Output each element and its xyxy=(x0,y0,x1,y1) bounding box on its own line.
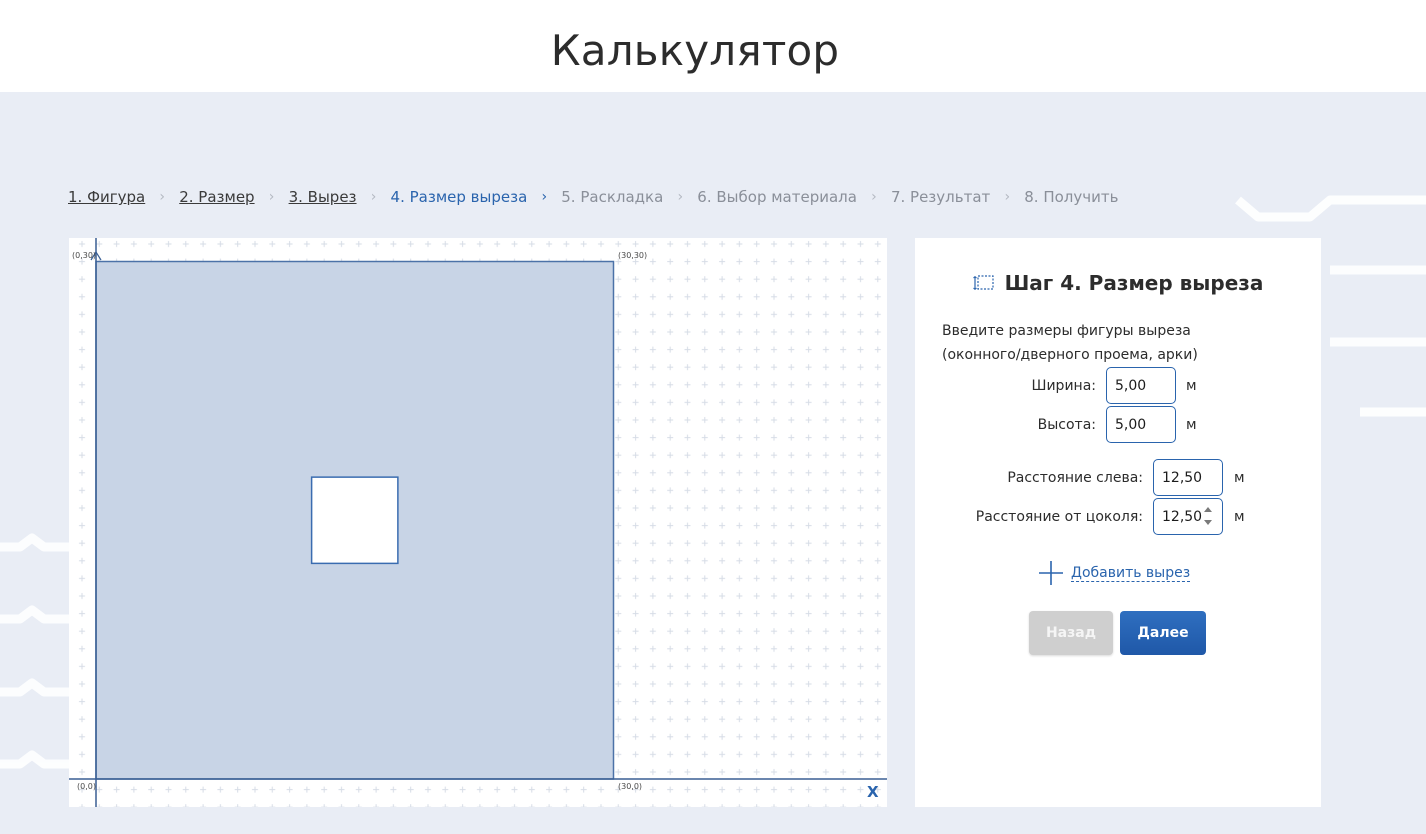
left-distance-label: Расстояние слева: xyxy=(1007,470,1143,486)
step-4-cut-size[interactable]: 4. Размер выреза xyxy=(391,188,528,206)
selection-icon xyxy=(972,275,994,290)
step-3-cut[interactable]: 3. Вырез xyxy=(289,188,357,206)
coord-bottom-left: (0,0) xyxy=(77,782,96,791)
wizard-steps: 1. Фигура › 2. Размер › 3. Вырез › 4. Ра… xyxy=(68,188,1118,206)
left-distance-input[interactable] xyxy=(1153,459,1223,496)
width-label: Ширина: xyxy=(1031,378,1096,394)
step-7-result: 7. Результат xyxy=(890,188,991,206)
chevron-right-icon: › xyxy=(370,189,377,205)
height-unit: м xyxy=(1186,417,1197,433)
step-2-size[interactable]: 2. Размер xyxy=(179,188,254,206)
page-header: Калькулятор xyxy=(0,0,1426,92)
number-spinner-icon[interactable] xyxy=(1203,504,1213,528)
form-header: Шаг 4. Размер выреза xyxy=(915,271,1321,295)
step-6-material: 6. Выбор материала xyxy=(697,188,857,206)
width-input[interactable] xyxy=(1106,367,1176,404)
bottom-distance-label: Расстояние от цоколя: xyxy=(975,509,1143,525)
plus-icon xyxy=(1039,561,1063,585)
back-button[interactable]: Назад xyxy=(1029,611,1113,655)
step-5-layout: 5. Раскладка xyxy=(561,188,664,206)
add-cut-label: Добавить вырез xyxy=(1071,564,1191,582)
bottom-distance-unit: м xyxy=(1234,509,1245,525)
form-description: Введите размеры фигуры выреза (оконного/… xyxy=(942,323,1198,363)
chevron-right-icon: › xyxy=(159,189,166,205)
cut-size-form: Шаг 4. Размер выреза Введите размеры фиг… xyxy=(915,238,1321,807)
cut-shape[interactable] xyxy=(310,476,399,565)
chevron-right-icon: › xyxy=(268,189,275,205)
drawing-canvas[interactable]: (0,30) (30,30) (0,0) (30,0) X xyxy=(69,238,887,807)
chevron-right-icon: › xyxy=(541,189,548,205)
x-axis-label: X xyxy=(867,783,879,801)
height-label: Высота: xyxy=(1037,417,1096,433)
left-distance-unit: м xyxy=(1234,470,1245,486)
add-cut-link[interactable]: Добавить вырез xyxy=(1039,561,1191,585)
coord-bottom-right: (30,0) xyxy=(618,782,643,791)
page-title: Калькулятор xyxy=(550,26,840,75)
next-button[interactable]: Далее xyxy=(1120,611,1206,655)
chevron-right-icon: › xyxy=(871,189,877,205)
height-input[interactable] xyxy=(1106,406,1176,443)
step-8-get: 8. Получить xyxy=(1024,188,1119,206)
step-1-figure[interactable]: 1. Фигура xyxy=(68,188,145,206)
width-unit: м xyxy=(1186,378,1197,394)
chevron-right-icon: › xyxy=(1004,189,1011,205)
form-title: Шаг 4. Размер выреза xyxy=(1004,271,1264,295)
coord-top-right: (30,30) xyxy=(618,251,648,260)
coord-top-left: (0,30) xyxy=(72,251,97,260)
chevron-right-icon: › xyxy=(677,189,684,205)
canvas-svg xyxy=(69,238,887,807)
